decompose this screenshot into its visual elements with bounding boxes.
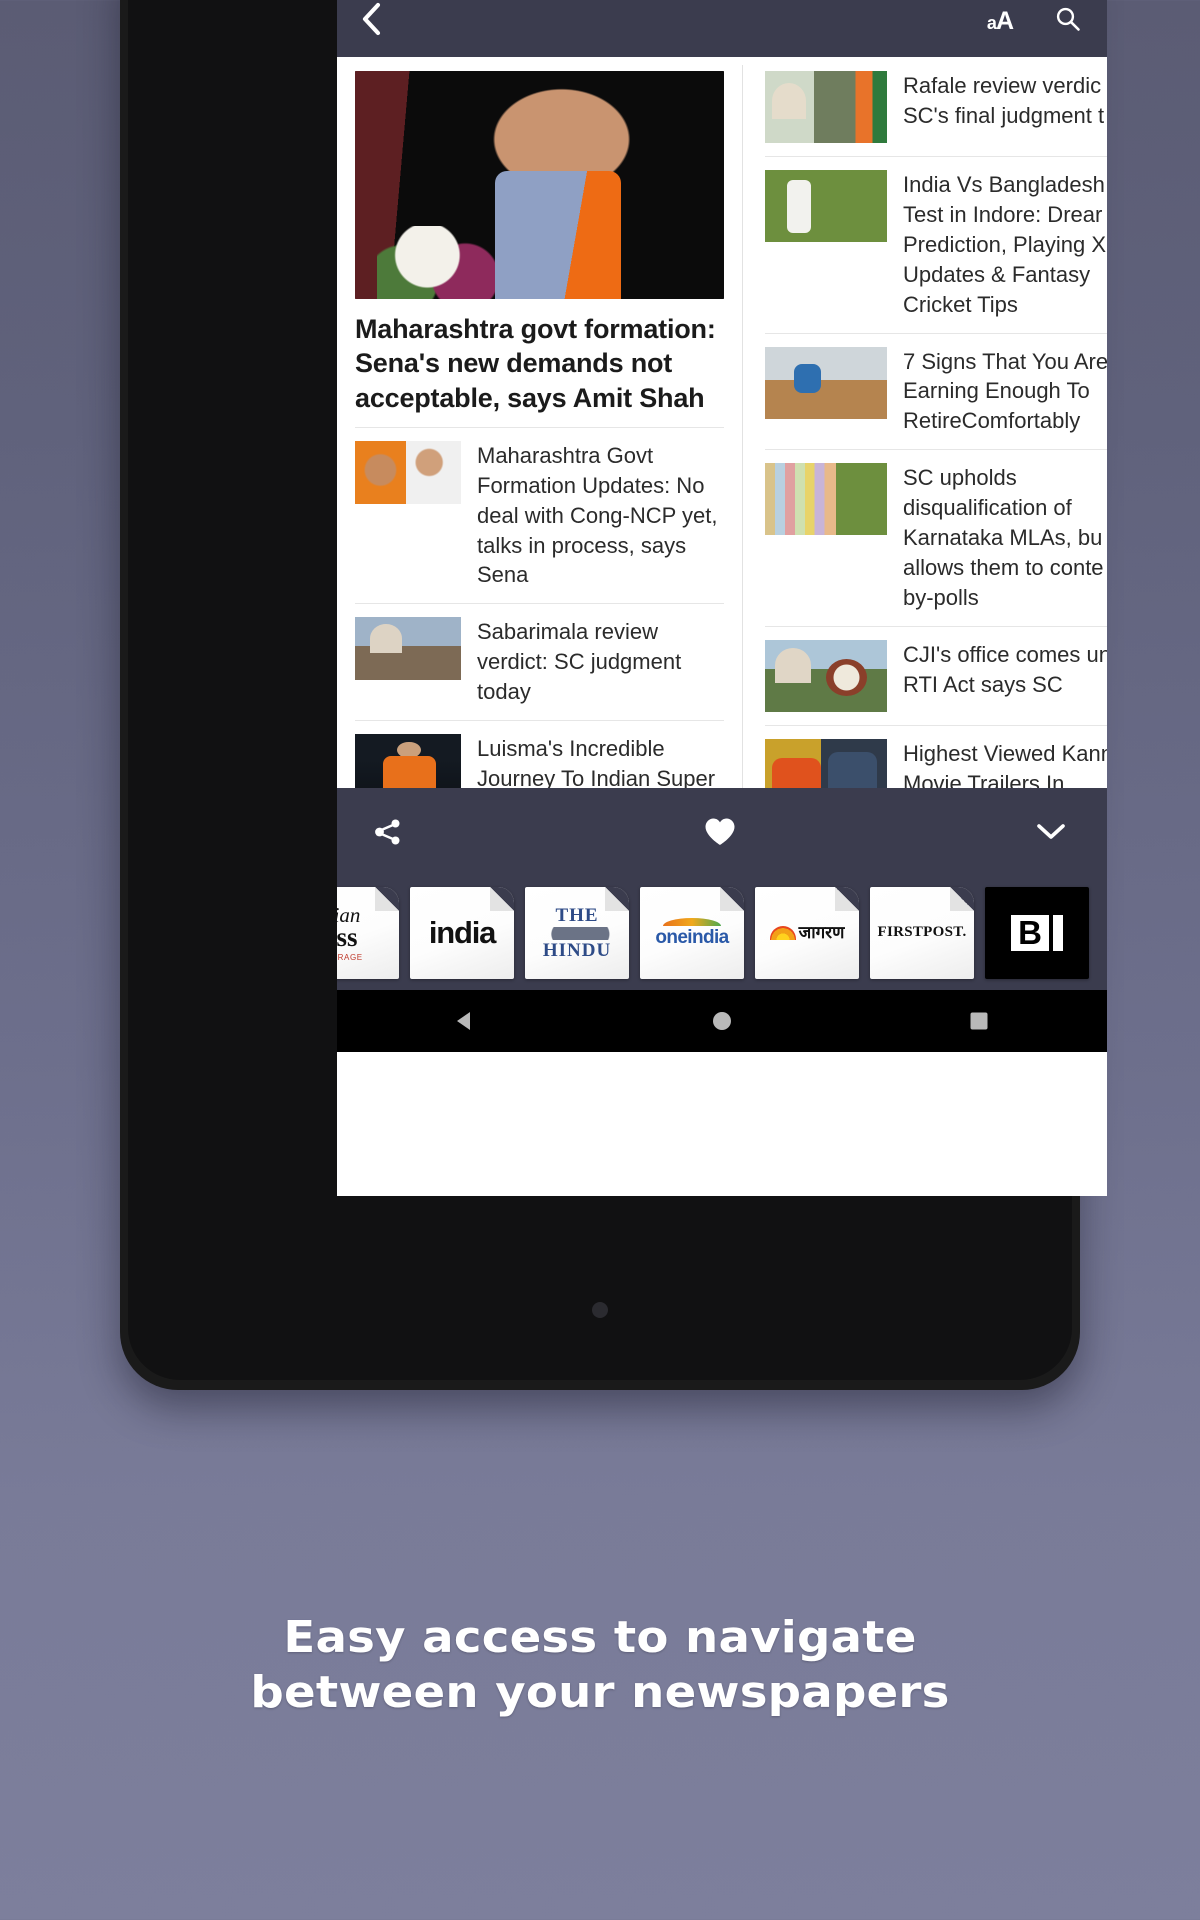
article-thumbnail (765, 170, 887, 242)
phone-screen: 5:08 (337, 0, 1107, 1196)
list-item[interactable]: Sabarimala review verdict: SC judgment t… (355, 603, 724, 720)
phone-device-frame: 5:08 (120, 0, 1107, 1390)
newspaper-source-strip[interactable]: ian ss URAGE india THE HINDU (337, 876, 1107, 990)
android-back-button[interactable] (337, 1010, 594, 1032)
font-size-icon[interactable]: aA (987, 7, 1014, 36)
list-item[interactable]: Rafale review verdic SC's final judgment… (765, 71, 1107, 156)
bbc-logo: B (1007, 914, 1067, 952)
article-title[interactable]: Luisma's Incredible Journey To Indian Su… (477, 734, 724, 788)
article-title-line: Cricket Tips (903, 291, 1018, 317)
article-title[interactable]: India Vs Bangladesh Test in Indore: Drea… (903, 170, 1107, 320)
article-title-line: Movie Trailers In (903, 770, 1065, 788)
chevron-down-icon (1037, 824, 1065, 839)
article-thumbnail (765, 738, 887, 788)
list-item[interactable]: India Vs Bangladesh Test in Indore: Drea… (765, 156, 1107, 333)
heart-icon (705, 818, 735, 845)
paper-india-today[interactable]: india (410, 887, 514, 979)
paper-oneindia[interactable]: oneindia (640, 887, 744, 979)
article-title-line: CJI's office comes un (903, 641, 1107, 667)
article-title-line: SC upholds (903, 465, 1017, 491)
the-hindu-logo: THE HINDU (542, 904, 612, 961)
article-title-line: Prediction, Playing X (903, 231, 1106, 257)
paper-the-hindu[interactable]: THE HINDU (525, 887, 629, 979)
back-triangle-icon (457, 1012, 471, 1030)
article-title-line: Highest Viewed Kann (903, 740, 1107, 766)
oneindia-logo: oneindia (651, 918, 732, 948)
list-item[interactable]: CJI's office comes un RTI Act says SC (765, 625, 1107, 725)
india-today-logo: india (428, 914, 497, 950)
list-item[interactable]: 7 Signs That You Are Earning Enough To R… (765, 332, 1107, 450)
article-title[interactable]: Sabarimala review verdict: SC judgment t… (477, 617, 724, 707)
article-thumbnail (355, 617, 461, 681)
article-thumbnail (765, 463, 887, 536)
collapse-button[interactable] (836, 822, 1107, 842)
article-thumbnail (765, 639, 887, 712)
article-title-line: India Vs Bangladesh (903, 172, 1105, 197)
article-title-line: disqualification of (903, 495, 1072, 521)
article-title[interactable]: Highest Viewed Kann Movie Trailers In Yo… (903, 739, 1107, 788)
article-thumbnail (765, 71, 887, 143)
article-title-line: Test in Indore: Drear (903, 201, 1103, 227)
promo-caption-line-2: between your newspapers (250, 1667, 950, 1719)
paper-indian-express[interactable]: ian ss URAGE (337, 887, 399, 979)
promo-caption-line-1: Easy access to navigate (283, 1612, 917, 1663)
article-thumbnail (765, 346, 887, 419)
article-title-line: RetireComfortably (903, 408, 1081, 434)
article-title-line: Rafale review verdic (903, 73, 1102, 98)
back-chevron-icon[interactable] (361, 2, 383, 41)
recents-square-icon (970, 1012, 988, 1030)
article-action-bar (337, 788, 1107, 876)
paper-firstpost[interactable]: FIRSTPOST. (870, 887, 974, 979)
list-item[interactable]: Highest Viewed Kann Movie Trailers In Yo… (765, 724, 1107, 788)
article-title-line: allows them to conte (903, 554, 1104, 580)
article-title-line: Earning Enough To (903, 378, 1090, 404)
article-title-line: RTI Act says SC (903, 671, 1063, 697)
indian-express-logo: ian ss URAGE (337, 903, 363, 962)
hero-article-image[interactable] (355, 71, 724, 299)
article-title[interactable]: SC upholds disqualification of Karnataka… (903, 463, 1107, 613)
article-title[interactable]: Maharashtra Govt Formation Updates: No d… (477, 441, 724, 591)
list-item[interactable]: Luisma's Incredible Journey To Indian Su… (355, 720, 724, 788)
app-toolbar: aA (337, 0, 1107, 57)
article-title-line: Karnataka MLAs, bu (903, 525, 1103, 551)
news-content-area: Maharashtra govt formation: Sena's new d… (337, 57, 1107, 788)
list-item[interactable]: SC upholds disqualification of Karnataka… (765, 449, 1107, 626)
android-recents-button[interactable] (850, 1011, 1107, 1031)
hero-article-title[interactable]: Maharashtra govt formation: Sena's new d… (355, 299, 724, 427)
firstpost-logo: FIRSTPOST. (877, 924, 967, 941)
article-thumbnail (355, 734, 461, 788)
article-title[interactable]: Rafale review verdic SC's final judgment… (903, 71, 1107, 143)
article-title[interactable]: 7 Signs That You Are Earning Enough To R… (903, 347, 1107, 437)
article-title-line: by-polls (903, 584, 979, 610)
paper-jagran[interactable]: जागरण (755, 887, 859, 979)
search-icon[interactable] (1055, 6, 1081, 37)
promo-caption: Easy access to navigate between your new… (0, 1610, 1200, 1721)
list-item[interactable]: Maharashtra Govt Formation Updates: No d… (355, 426, 724, 604)
favorite-button[interactable] (604, 817, 835, 847)
left-news-column: Maharashtra govt formation: Sena's new d… (337, 57, 742, 788)
paper-bbc[interactable]: B (985, 887, 1089, 979)
share-icon (375, 819, 400, 845)
android-navigation-bar (337, 990, 1107, 1052)
right-news-column: Rafale review verdic SC's final judgment… (743, 57, 1107, 788)
article-title-line: 7 Signs That You Are (903, 348, 1107, 374)
article-title-line: SC's final judgment t (903, 102, 1105, 128)
article-title-line: Updates & Fantasy (903, 261, 1091, 287)
jagran-logo: जागरण (766, 924, 849, 942)
android-home-button[interactable] (594, 1010, 851, 1032)
article-thumbnail (355, 440, 461, 504)
share-button[interactable] (337, 817, 604, 847)
phone-home-indicator-dot (592, 1302, 608, 1318)
article-title[interactable]: CJI's office comes un RTI Act says SC (903, 640, 1107, 712)
home-circle-icon (713, 1012, 731, 1030)
